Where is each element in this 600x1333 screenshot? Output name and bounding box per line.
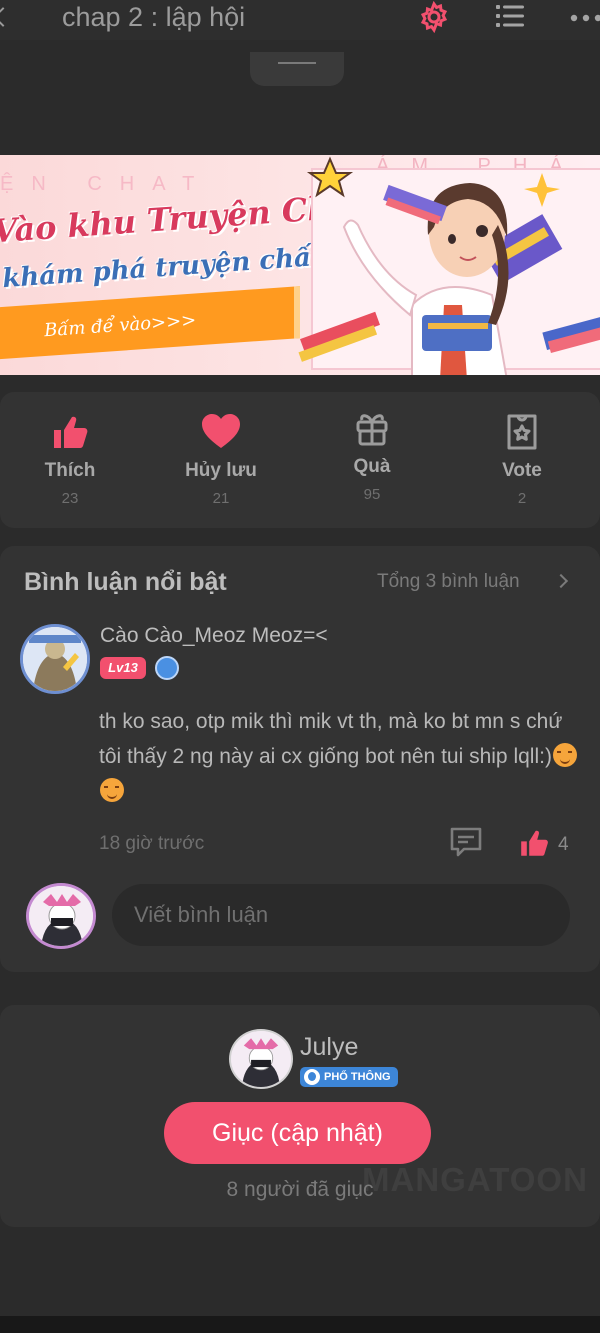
thumbs-up-icon[interactable] [516, 827, 552, 859]
vote-count: 2 [517, 490, 527, 507]
save-label: Hủy lưu [185, 460, 257, 481]
comments-total-link[interactable]: Tổng 3 bình luận [377, 571, 520, 593]
like-label: Thích [44, 460, 96, 481]
like-action[interactable]: Thích 23 [10, 412, 130, 507]
chevron-right-icon[interactable] [553, 573, 569, 589]
heart-icon [202, 414, 240, 448]
avatar[interactable] [20, 624, 90, 694]
banner-subheadline: khám phá truyện chất [1, 241, 324, 295]
gift-label: Quà [353, 456, 391, 477]
author-name[interactable]: Julye [300, 1033, 358, 1062]
vote-action[interactable]: Vote 2 [462, 412, 582, 507]
avatar-image [23, 627, 87, 691]
gift-icon [356, 414, 388, 446]
banner-illustration [298, 156, 600, 375]
banner-ghost-text-left: ỆN CHAT [0, 173, 213, 195]
current-user-avatar [26, 883, 96, 949]
smiling-face-emoji-icon [100, 778, 124, 802]
smiling-hearts-emoji-icon [552, 743, 577, 767]
save-count: 21 [212, 490, 230, 507]
gift-action[interactable]: Quà 95 [312, 408, 432, 503]
comment-like-count: 4 [558, 834, 569, 855]
save-action[interactable]: Hủy lưu 21 [161, 412, 281, 507]
comment-body: th ko sao, otp mik thì mik vt th, mà ko … [99, 704, 579, 809]
author-avatar[interactable] [229, 1029, 293, 1089]
back-chevron-icon[interactable] [0, 7, 13, 27]
comment-timestamp: 18 giờ trước [99, 833, 205, 854]
reaction-panel: Thích 23 Hủy lưu 21 Quà 95 Vote 2 [0, 392, 600, 528]
thumbs-up-icon [54, 416, 88, 448]
drop-icon [304, 1069, 320, 1085]
comment-text: th ko sao, otp mik thì mik vt th, mà ko … [99, 710, 563, 768]
like-count: 23 [61, 490, 79, 507]
pull-handle[interactable] [250, 52, 344, 86]
gift-count: 95 [363, 486, 381, 503]
member-drop-icon [155, 656, 179, 680]
gear-icon[interactable] [418, 1, 450, 33]
urge-update-panel: Julye PHỔ THÔNG MANGATOON Giục (cập nhật… [0, 1005, 600, 1227]
top-bar: chap 2 : lập hội [0, 0, 600, 40]
chapter-title: chap 2 : lập hội [62, 2, 246, 32]
vote-ticket-icon [507, 414, 537, 450]
vote-label: Vote [502, 460, 542, 481]
avatar-image [29, 886, 93, 946]
urge-update-button[interactable]: Giục (cập nhật) [164, 1102, 431, 1164]
avatar-image [231, 1031, 291, 1087]
reply-input[interactable] [112, 884, 570, 946]
more-icon[interactable] [568, 14, 600, 22]
urge-count: 8 người đã giục [226, 1178, 374, 1201]
reply-comment-icon[interactable] [449, 826, 483, 858]
list-icon[interactable] [494, 2, 526, 30]
comment-username[interactable]: Cào Cào_Meoz Meoz=< [100, 624, 328, 648]
level-badge: Lv13 [100, 657, 146, 679]
featured-comments-panel: Bình luận nổi bật Tổng 3 bình luận Cào C… [0, 546, 600, 972]
promo-banner[interactable]: ỆN CHAT ÁM PHÁ Vào khu Truyện Chat, khám… [0, 155, 600, 375]
bottom-strip [0, 1316, 600, 1333]
comments-title: Bình luận nổi bật [24, 568, 227, 596]
